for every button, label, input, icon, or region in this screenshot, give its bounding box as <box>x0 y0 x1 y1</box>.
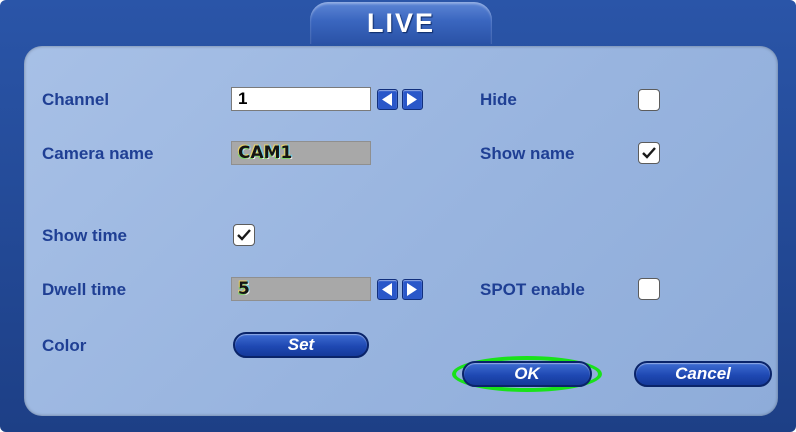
settings-panel: Channel 1 Hide Camera name CAM1 Show nam… <box>24 46 778 416</box>
dwell-next-arrow-icon[interactable] <box>402 279 423 300</box>
hide-checkbox[interactable] <box>638 89 660 111</box>
dwell-time-value: 5 <box>238 279 250 299</box>
dwell-prev-arrow-icon[interactable] <box>377 279 398 300</box>
camera-name-label: Camera name <box>42 144 154 163</box>
channel-input[interactable]: 1 <box>231 87 371 111</box>
dwell-time-input[interactable]: 5 <box>231 277 371 301</box>
cancel-button[interactable]: Cancel <box>634 361 772 387</box>
dialog-title: LIVE <box>366 7 435 38</box>
hide-label: Hide <box>480 90 517 109</box>
ok-button[interactable]: OK <box>462 361 592 387</box>
channel-prev-arrow-icon[interactable] <box>377 89 398 110</box>
camera-name-value: CAM1 <box>238 143 293 163</box>
show-time-checkbox[interactable] <box>233 224 255 246</box>
color-set-button[interactable]: Set <box>233 332 369 358</box>
spot-enable-checkbox[interactable] <box>638 278 660 300</box>
dialog-frame: LIVE Channel 1 Hide Camera name CAM1 Sho… <box>0 0 796 432</box>
title-tab: LIVE <box>310 2 492 44</box>
channel-next-arrow-icon[interactable] <box>402 89 423 110</box>
show-name-checkbox[interactable] <box>638 142 660 164</box>
dwell-time-label: Dwell time <box>42 280 127 299</box>
spot-enable-label: SPOT enable <box>480 280 585 299</box>
channel-label: Channel <box>42 90 110 109</box>
camera-name-input[interactable]: CAM1 <box>231 141 371 165</box>
show-name-label: Show name <box>480 144 575 163</box>
color-label: Color <box>42 336 87 355</box>
show-time-label: Show time <box>42 226 128 245</box>
